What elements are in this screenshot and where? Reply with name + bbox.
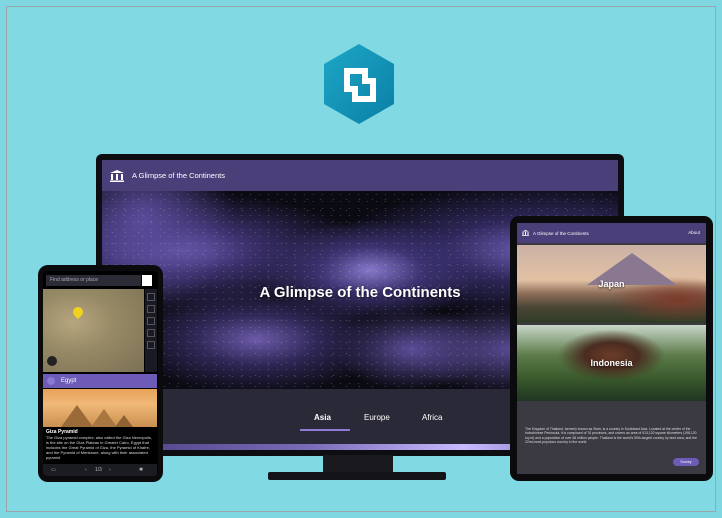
tab-africa[interactable]: Africa xyxy=(422,413,442,422)
pager: 1/3 xyxy=(95,467,102,473)
monitor-stand-base xyxy=(268,472,446,480)
card-japan-label: Japan xyxy=(598,279,625,289)
tablet-header-title: A Glimpse of the Continents xyxy=(533,230,589,236)
tablet-device: A Glimpse of the Continents About Japan … xyxy=(510,216,713,481)
layers-icon[interactable] xyxy=(147,329,155,337)
back-icon[interactable] xyxy=(47,377,55,385)
tablet-body-text: The Kingdom of Thailand, formerly known … xyxy=(525,427,697,445)
zoom-in-icon[interactable] xyxy=(147,293,155,301)
storymaps-logo-icon xyxy=(324,44,394,124)
search-icon[interactable] xyxy=(142,275,152,286)
location-label-bar[interactable]: Egypt xyxy=(43,374,157,388)
phone-search-input[interactable]: Find address or place xyxy=(46,275,141,286)
tablet-header: A Glimpse of the Continents About xyxy=(517,223,706,243)
home-icon[interactable] xyxy=(147,317,155,325)
phone-device: Find address or place Egypt Giza Pyramid… xyxy=(38,265,163,482)
institution-icon xyxy=(522,230,529,236)
tab-europe[interactable]: Europe xyxy=(364,413,390,422)
about-link[interactable]: About xyxy=(688,230,700,235)
desktop-header: A Glimpse of the Continents xyxy=(102,160,618,191)
card-indonesia[interactable]: Indonesia xyxy=(517,325,706,401)
next-icon[interactable]: › xyxy=(109,464,111,476)
tablet-screen: A Glimpse of the Continents About Japan … xyxy=(517,223,706,474)
phone-footer: ▭ ‹ 1/3 › ✱ xyxy=(43,464,157,476)
compass-icon[interactable] xyxy=(47,356,57,366)
gear-icon[interactable]: ✱ xyxy=(139,464,143,476)
card-indonesia-label: Indonesia xyxy=(590,358,633,368)
desktop-header-title: A Glimpse of the Continents xyxy=(132,171,225,180)
phone-screen: Find address or place Egypt Giza Pyramid… xyxy=(43,271,158,476)
tab-asia[interactable]: Asia xyxy=(314,413,331,422)
caption-body: The Giza pyramid complex, also called th… xyxy=(46,435,152,460)
phone-satellite-map[interactable] xyxy=(43,289,144,372)
survey-button[interactable]: Survey xyxy=(673,458,699,466)
institution-icon xyxy=(110,169,124,182)
zoom-out-icon[interactable] xyxy=(147,305,155,313)
active-tab-indicator xyxy=(300,429,350,431)
card-japan[interactable]: Japan xyxy=(517,245,706,323)
caption: Giza Pyramid The Giza pyramid complex, a… xyxy=(46,429,154,460)
location-label: Egypt xyxy=(61,378,77,384)
gallery-icon[interactable]: ▭ xyxy=(51,464,56,476)
map-pin-icon[interactable] xyxy=(70,304,86,320)
prev-icon[interactable]: ‹ xyxy=(85,464,87,476)
locate-icon[interactable] xyxy=(147,341,155,349)
pyramids-photo xyxy=(43,389,157,427)
map-toolbar xyxy=(145,289,157,372)
